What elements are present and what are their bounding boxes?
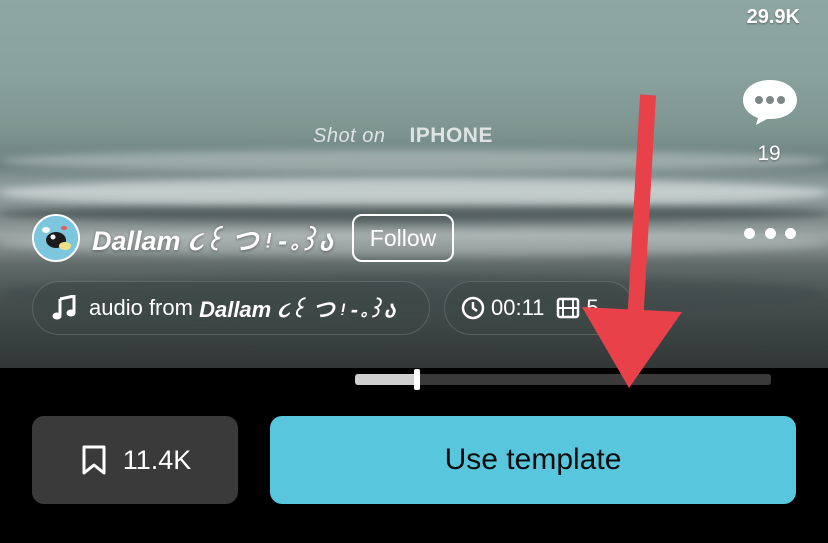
dot bbox=[785, 227, 796, 239]
duration: 00:11 bbox=[491, 295, 545, 320]
save-count: 11.4K bbox=[122, 444, 192, 475]
wave bbox=[0, 178, 828, 208]
audio-prefix: audio from bbox=[89, 295, 193, 320]
avatar[interactable] bbox=[32, 214, 80, 262]
more-dots-icon[interactable] bbox=[744, 218, 796, 248]
video-watermark: Shot on IPHONE bbox=[313, 124, 493, 148]
film-icon bbox=[557, 297, 580, 319]
music-note-icon bbox=[52, 295, 76, 320]
save-button[interactable]: 11.4K bbox=[32, 416, 238, 504]
dot bbox=[744, 227, 755, 239]
wave bbox=[0, 150, 828, 172]
watermark-prefix: Shot on bbox=[313, 125, 386, 147]
follow-button[interactable]: Follow bbox=[352, 214, 454, 262]
audio-author: Dallam ૮꒰ つ ᵎ -｡꒱ა bbox=[199, 297, 395, 322]
clock-icon bbox=[461, 296, 485, 320]
watermark-brand: IPHONE bbox=[409, 124, 493, 147]
video-preview[interactable]: Shot on IPHONE 29.9K 19 Dallam ૮꒰ つ ᵎ -｡꒱… bbox=[0, 0, 828, 368]
progress-fill bbox=[355, 374, 417, 385]
author-name[interactable]: Dallam ૮꒰ つ ᵎ -｡꒱ა bbox=[92, 219, 332, 258]
likes-count: 29.9K bbox=[746, 6, 800, 28]
bookmark-icon bbox=[82, 445, 106, 475]
dot bbox=[764, 227, 776, 239]
clips-count: 5 bbox=[586, 295, 599, 320]
audio-pill[interactable]: audio from Dallam ૮꒰ つ ᵎ -｡꒱ა bbox=[32, 281, 430, 335]
comments-count: 19 bbox=[757, 142, 781, 165]
use-template-button[interactable]: Use template bbox=[270, 416, 796, 504]
meta-pill: 00:11 5 bbox=[444, 281, 634, 335]
comment-bubble-icon[interactable] bbox=[741, 78, 799, 126]
progress-handle[interactable] bbox=[414, 369, 420, 390]
avatar-image bbox=[34, 216, 78, 260]
